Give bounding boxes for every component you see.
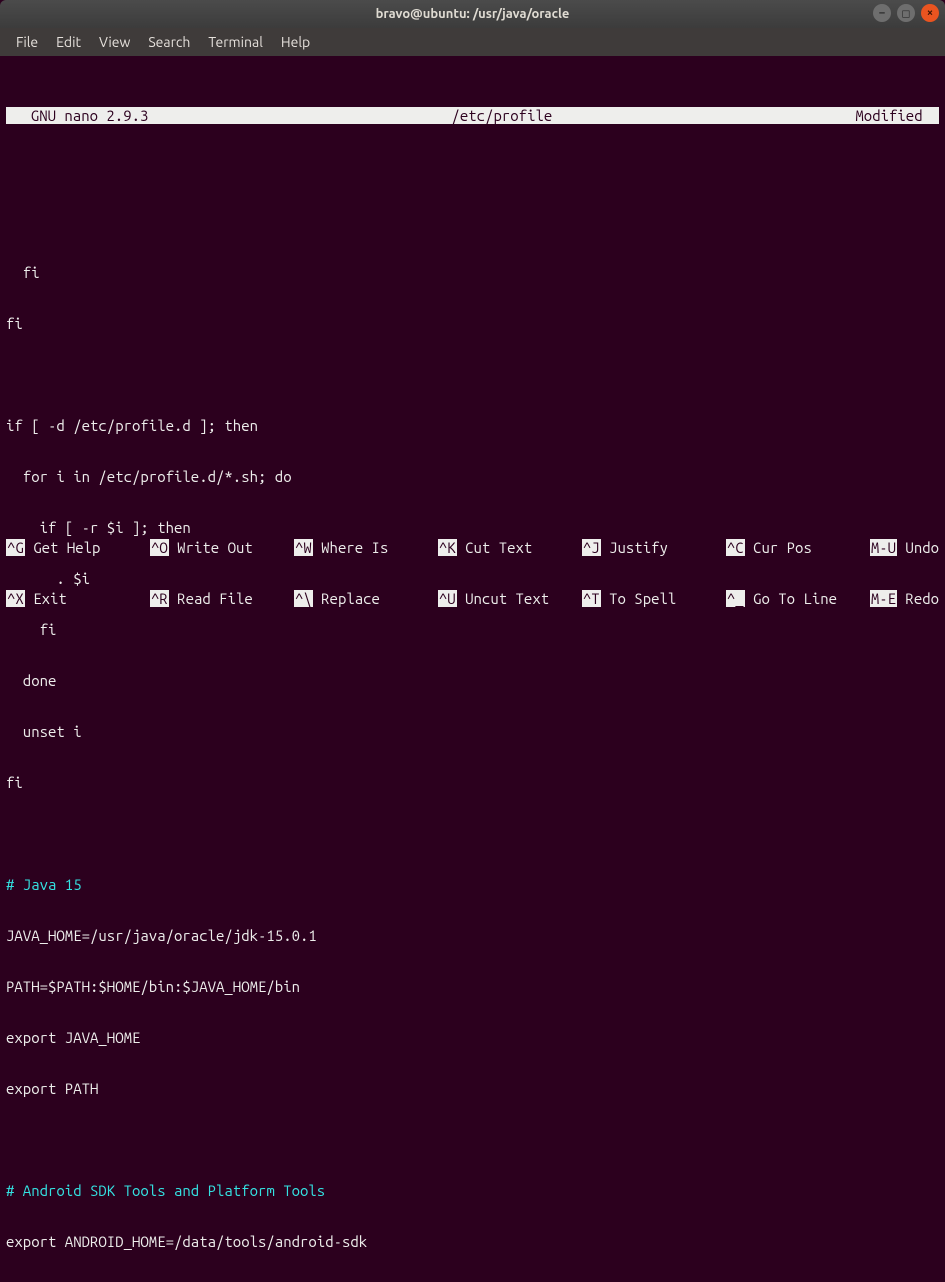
- window-title: bravo@ubuntu: /usr/java/oracle: [376, 7, 570, 21]
- shortcut-label: Cut Text: [457, 539, 549, 556]
- code-line: export PATH: [6, 1080, 939, 1097]
- shortcut-label: Where Is: [313, 539, 405, 556]
- shortcut-label: Cur Pos: [745, 539, 837, 556]
- maximize-button[interactable]: ◻: [897, 4, 915, 22]
- shortcut-key-write-out: ^O: [150, 539, 169, 556]
- shortcut-key-replace: ^\: [294, 590, 313, 607]
- terminal-area[interactable]: GNU nano 2.9.3 /etc/profile Modified fi …: [0, 56, 945, 641]
- code-line: [6, 366, 939, 383]
- shortcut-key-cur-pos: ^C: [726, 539, 745, 556]
- shortcut-label: Undo: [897, 539, 939, 556]
- shortcut-label: Replace: [313, 590, 405, 607]
- shortcut-key-redo: M-E: [870, 590, 897, 607]
- code-line: [6, 1131, 939, 1148]
- shortcut-label: To Spell: [601, 590, 693, 607]
- menu-view[interactable]: View: [91, 30, 138, 54]
- shortcut-row-2: ^X Exit ^R Read File ^\ Replace ^U Uncut…: [6, 590, 939, 607]
- code-line: export ANDROID_HOME=/data/tools/android-…: [6, 1233, 939, 1250]
- code-line-comment: # Java 15: [6, 876, 939, 893]
- editor-content[interactable]: fi fi if [ -d /etc/profile.d ]; then for…: [0, 179, 945, 1282]
- shortcut-label: Write Out: [169, 539, 261, 556]
- shortcut-label: Read File: [169, 590, 261, 607]
- code-line: for i in /etc/profile.d/*.sh; do: [6, 468, 939, 485]
- shortcut-label: Redo: [897, 590, 939, 607]
- shortcut-label: Justify: [601, 539, 693, 556]
- code-line: PATH=$PATH:$HOME/bin:$JAVA_HOME/bin: [6, 978, 939, 995]
- shortcut-key-read-file: ^R: [150, 590, 169, 607]
- code-line: [6, 825, 939, 842]
- close-button[interactable]: ×: [921, 4, 939, 22]
- nano-app-version: GNU nano 2.9.3: [6, 107, 148, 124]
- shortcut-label: Get Help: [25, 539, 117, 556]
- shortcut-key-where-is: ^W: [294, 539, 313, 556]
- menu-edit[interactable]: Edit: [48, 30, 89, 54]
- code-line: unset i: [6, 723, 939, 740]
- shortcut-key-justify: ^J: [582, 539, 601, 556]
- nano-filename: /etc/profile: [148, 107, 855, 124]
- code-line: fi: [6, 774, 939, 791]
- shortcut-key-exit: ^X: [6, 590, 25, 607]
- menu-file[interactable]: File: [8, 30, 46, 54]
- code-line: fi: [6, 264, 939, 281]
- code-line: export JAVA_HOME: [6, 1029, 939, 1046]
- menu-search[interactable]: Search: [140, 30, 198, 54]
- nano-header: GNU nano 2.9.3 /etc/profile Modified: [6, 107, 939, 124]
- code-line: done: [6, 672, 939, 689]
- code-line: fi: [6, 315, 939, 332]
- code-line: JAVA_HOME=/usr/java/oracle/jdk-15.0.1: [6, 927, 939, 944]
- code-line: if [ -d /etc/profile.d ]; then: [6, 417, 939, 434]
- window-controls: – ◻ ×: [873, 4, 939, 22]
- shortcut-row-1: ^G Get Help ^O Write Out ^W Where Is ^K …: [6, 539, 939, 556]
- shortcut-key-undo: M-U: [870, 539, 897, 556]
- code-line-comment: # Android SDK Tools and Platform Tools: [6, 1182, 939, 1199]
- minimize-button[interactable]: –: [873, 4, 891, 22]
- shortcut-label: Exit: [25, 590, 117, 607]
- menubar: File Edit View Search Terminal Help: [0, 28, 945, 56]
- titlebar: bravo@ubuntu: /usr/java/oracle – ◻ ×: [0, 0, 945, 28]
- shortcut-key-to-spell: ^T: [582, 590, 601, 607]
- shortcut-key-go-to-line: ^_: [726, 590, 745, 607]
- code-line: [6, 213, 939, 230]
- shortcut-label: Uncut Text: [457, 590, 549, 607]
- menu-help[interactable]: Help: [273, 30, 318, 54]
- shortcut-key-get-help: ^G: [6, 539, 25, 556]
- shortcut-key-uncut-text: ^U: [438, 590, 457, 607]
- nano-shortcuts: ^G Get Help ^O Write Out ^W Where Is ^K …: [6, 505, 939, 641]
- nano-status: Modified: [855, 107, 939, 124]
- shortcut-label: Go To Line: [745, 590, 837, 607]
- menu-terminal[interactable]: Terminal: [200, 30, 271, 54]
- shortcut-key-cut-text: ^K: [438, 539, 457, 556]
